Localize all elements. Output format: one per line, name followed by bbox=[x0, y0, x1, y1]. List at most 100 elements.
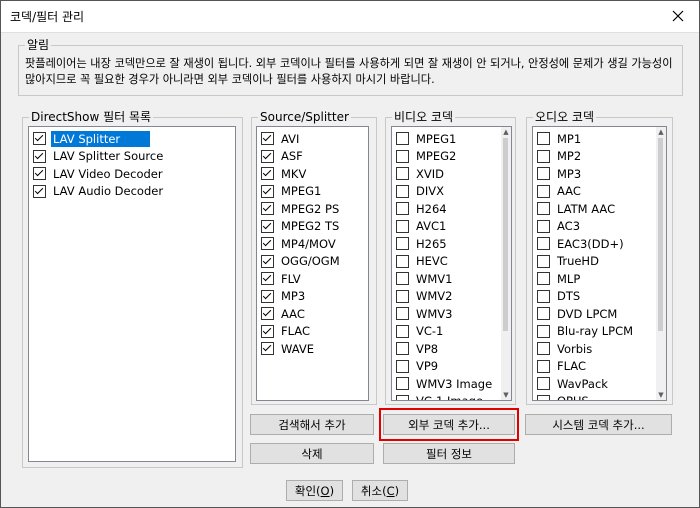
list-item[interactable]: LAV Audio Decoder bbox=[29, 183, 235, 201]
filter-info-button[interactable]: 필터 정보 bbox=[383, 443, 515, 464]
list-item[interactable]: MP3 bbox=[533, 165, 666, 183]
list-item[interactable]: H265 bbox=[392, 235, 511, 253]
list-item[interactable]: OPUS bbox=[533, 393, 666, 400]
checkbox[interactable] bbox=[537, 272, 550, 286]
checkbox[interactable] bbox=[537, 237, 550, 251]
list-item[interactable]: WMV2 bbox=[392, 288, 511, 306]
list-item[interactable]: DTS bbox=[533, 288, 666, 306]
checkbox-checked[interactable] bbox=[33, 184, 46, 198]
list-item[interactable]: WavPack bbox=[533, 375, 666, 393]
checkbox[interactable] bbox=[396, 307, 409, 321]
checkbox[interactable] bbox=[537, 394, 550, 400]
checkbox-checked[interactable] bbox=[261, 149, 274, 163]
checkbox-checked[interactable] bbox=[261, 202, 274, 216]
list-item[interactable]: H264 bbox=[392, 200, 511, 218]
checkbox[interactable] bbox=[396, 184, 409, 198]
checkbox[interactable] bbox=[537, 307, 550, 321]
list-item[interactable]: FLAC bbox=[533, 358, 666, 376]
list-item[interactable]: HEVC bbox=[392, 253, 511, 271]
delete-button[interactable]: 삭제 bbox=[250, 443, 374, 464]
video-scrollbar[interactable]: ▲ ▼ bbox=[501, 127, 511, 400]
list-item[interactable]: WAVE bbox=[257, 340, 368, 358]
list-item[interactable]: DIVX bbox=[392, 183, 511, 201]
list-item[interactable]: WMV1 bbox=[392, 270, 511, 288]
list-item[interactable]: MPEG2 bbox=[392, 148, 511, 166]
cancel-button[interactable]: 취소(C) bbox=[352, 480, 408, 501]
checkbox[interactable] bbox=[396, 394, 409, 400]
checkbox[interactable] bbox=[396, 237, 409, 251]
list-item[interactable]: MPEG1 bbox=[392, 130, 511, 148]
checkbox-checked[interactable] bbox=[33, 132, 46, 146]
checkbox-checked[interactable] bbox=[261, 167, 274, 181]
list-item[interactable]: WMV3 Image bbox=[392, 375, 511, 393]
source-splitter-list[interactable]: AVI ASF MKV MPEG1 MPEG2 PS MPEG2 TS MP4/MOV OGG… bbox=[256, 126, 369, 401]
list-item[interactable]: Vorbis bbox=[533, 340, 666, 358]
directshow-filter-list[interactable]: LAV Splitter LAV Splitter Source LAV Video… bbox=[28, 126, 236, 462]
list-item[interactable]: MP2 bbox=[533, 148, 666, 166]
list-item[interactable]: MPEG1 bbox=[257, 183, 368, 201]
checkbox[interactable] bbox=[537, 149, 550, 163]
checkbox[interactable] bbox=[537, 202, 550, 216]
list-item[interactable]: LAV Splitter Source bbox=[29, 148, 235, 166]
checkbox[interactable] bbox=[396, 167, 409, 181]
audio-scrollbar[interactable]: ▲ ▼ bbox=[656, 127, 666, 400]
checkbox-checked[interactable] bbox=[33, 149, 46, 163]
checkbox[interactable] bbox=[396, 219, 409, 233]
list-item[interactable]: MP1 bbox=[533, 130, 666, 148]
ok-button[interactable]: 확인(O) bbox=[286, 480, 343, 501]
checkbox[interactable] bbox=[396, 132, 409, 146]
list-item[interactable]: MKV bbox=[257, 165, 368, 183]
checkbox[interactable] bbox=[396, 272, 409, 286]
checkbox-checked[interactable] bbox=[261, 324, 274, 338]
list-item[interactable]: VC-1 Image bbox=[392, 393, 511, 400]
checkbox[interactable] bbox=[537, 184, 550, 198]
checkbox[interactable] bbox=[537, 167, 550, 181]
list-item[interactable]: VP8 bbox=[392, 340, 511, 358]
list-item[interactable]: AVI bbox=[257, 130, 368, 148]
checkbox[interactable] bbox=[537, 219, 550, 233]
list-item[interactable]: AAC bbox=[257, 305, 368, 323]
video-scroll-thumb[interactable] bbox=[503, 138, 508, 331]
checkbox-checked[interactable] bbox=[261, 254, 274, 268]
checkbox[interactable] bbox=[537, 324, 550, 338]
list-item[interactable]: OGG/OGM bbox=[257, 253, 368, 271]
list-item[interactable]: LATM AAC bbox=[533, 200, 666, 218]
list-item[interactable]: WMV3 bbox=[392, 305, 511, 323]
checkbox[interactable] bbox=[396, 254, 409, 268]
list-item[interactable]: Blu-ray LPCM bbox=[533, 323, 666, 341]
close-button[interactable] bbox=[656, 0, 700, 32]
checkbox-checked[interactable] bbox=[261, 184, 274, 198]
checkbox-checked[interactable] bbox=[261, 342, 274, 356]
list-item[interactable]: TrueHD bbox=[533, 253, 666, 271]
list-item[interactable]: EAC3(DD+) bbox=[533, 235, 666, 253]
checkbox-checked[interactable] bbox=[261, 289, 274, 303]
list-item[interactable]: LAV Video Decoder bbox=[29, 165, 235, 183]
scroll-up-icon[interactable]: ▲ bbox=[501, 127, 511, 137]
scroll-up-icon[interactable]: ▲ bbox=[656, 127, 666, 137]
checkbox[interactable] bbox=[396, 377, 409, 391]
checkbox[interactable] bbox=[537, 254, 550, 268]
checkbox[interactable] bbox=[537, 342, 550, 356]
audio-codec-list[interactable]: MP1 MP2 MP3 AAC LATM AAC AC3 EAC3(DD+) TrueHD ML… bbox=[532, 126, 667, 401]
checkbox[interactable] bbox=[537, 132, 550, 146]
checkbox[interactable] bbox=[396, 324, 409, 338]
checkbox-checked[interactable] bbox=[261, 237, 274, 251]
checkbox[interactable] bbox=[537, 289, 550, 303]
checkbox[interactable] bbox=[396, 289, 409, 303]
list-item[interactable]: FLAC bbox=[257, 323, 368, 341]
checkbox[interactable] bbox=[537, 377, 550, 391]
system-codec-add-button[interactable]: 시스템 코덱 추가... bbox=[525, 414, 672, 435]
scroll-down-icon[interactable]: ▼ bbox=[501, 390, 511, 400]
checkbox-checked[interactable] bbox=[261, 132, 274, 146]
checkbox[interactable] bbox=[396, 149, 409, 163]
checkbox[interactable] bbox=[396, 202, 409, 216]
checkbox[interactable] bbox=[396, 342, 409, 356]
list-item[interactable]: MPEG2 PS bbox=[257, 200, 368, 218]
list-item[interactable]: DVD LPCM bbox=[533, 305, 666, 323]
list-item[interactable]: VC-1 bbox=[392, 323, 511, 341]
list-item[interactable]: MLP bbox=[533, 270, 666, 288]
list-item[interactable]: MPEG2 TS bbox=[257, 218, 368, 236]
checkbox[interactable] bbox=[396, 359, 409, 373]
checkbox-checked[interactable] bbox=[261, 307, 274, 321]
checkbox[interactable] bbox=[537, 359, 550, 373]
